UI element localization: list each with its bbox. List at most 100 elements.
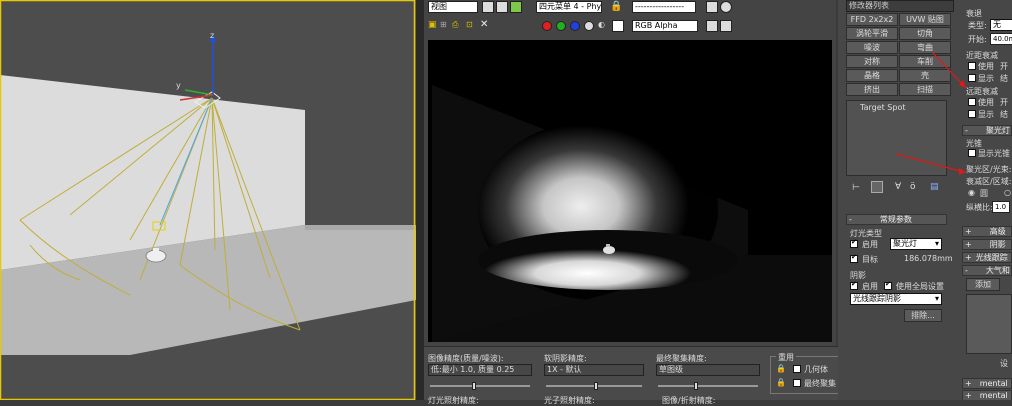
clone-icon[interactable]: ⊡ <box>466 20 473 29</box>
modifier-button[interactable]: 涡轮平滑 <box>846 27 898 40</box>
render-setup-icon[interactable] <box>706 1 718 13</box>
shadow-params-header[interactable]: + 阴影 <box>962 239 1012 250</box>
near-start-label: 开 <box>1000 62 1008 71</box>
modifier-button[interactable]: 车削 <box>899 55 951 68</box>
alpha-channel-icon[interactable] <box>584 21 594 31</box>
soft-shadow-knob[interactable] <box>594 382 598 390</box>
modifier-button[interactable]: 挤出 <box>846 83 898 96</box>
modifier-button[interactable]: UVW 贴图 <box>899 13 951 26</box>
atmosphere-list[interactable] <box>966 294 1012 354</box>
green-channel-icon[interactable] <box>556 21 566 31</box>
modifier-button[interactable]: 对称 <box>846 55 898 68</box>
final-gather-knob[interactable] <box>694 382 698 390</box>
light-params-panel: 衰退 类型: 无 开始: 40.0m 近距衰减 使用 开 显示 结 远距衰减 使… <box>962 0 1012 400</box>
clone-frame-icon[interactable] <box>510 1 522 13</box>
modifier-list-select[interactable]: 修改器列表 <box>846 0 954 12</box>
target-checkbox[interactable] <box>850 253 858 263</box>
make-unique-icon[interactable]: ∀ <box>895 182 901 192</box>
stack-item-target-spot[interactable]: Target Spot <box>860 103 905 112</box>
far-use-checkbox[interactable] <box>968 98 976 106</box>
circle-radio[interactable]: ◉ <box>968 188 975 197</box>
modifier-button[interactable]: FFD 2x2x2 <box>846 13 898 26</box>
modifier-button[interactable]: 壳 <box>899 69 951 82</box>
pin-stack-icon[interactable]: ⊢ <box>852 183 860 193</box>
soft-shadow-field[interactable]: 1X - 默认 <box>544 364 644 376</box>
decay-header: 衰退 <box>966 9 982 18</box>
show-cone-label: 显示光锥 <box>978 149 1010 158</box>
quad-menu-select[interactable]: 四元菜单 4 - Phy <box>536 1 602 13</box>
exclude-button[interactable]: 排除... <box>904 309 942 322</box>
global-settings-checkbox[interactable] <box>884 280 892 290</box>
far-show-label: 显示 <box>978 110 994 119</box>
spotlight-params-header[interactable]: - 聚光灯 <box>962 125 1012 136</box>
final-gather-slider[interactable] <box>658 385 758 387</box>
decay-start-field[interactable]: 40.0m <box>990 33 1012 45</box>
environment-icon[interactable] <box>720 1 732 13</box>
near-show-checkbox[interactable] <box>968 74 976 82</box>
blue-channel-icon[interactable] <box>570 21 580 31</box>
show-end-result-icon[interactable] <box>871 181 883 193</box>
global-settings-label: 使用全局设置 <box>896 282 944 291</box>
clear-icon[interactable]: ✕ <box>480 19 488 30</box>
toggle-ui-icon[interactable] <box>706 20 718 32</box>
far-show-checkbox[interactable] <box>968 110 976 118</box>
raytrace-shadow-header[interactable]: + 光线跟踪 <box>962 252 1012 263</box>
aspect-field[interactable]: 1.0 <box>992 201 1010 213</box>
remove-modifier-icon[interactable]: ö <box>910 182 916 192</box>
preset-select[interactable]: ----------------- <box>632 1 696 13</box>
mental-ray-header-2[interactable]: +mental ray <box>962 390 1012 400</box>
atmosphere-header[interactable]: - 大气和 <box>962 265 1012 276</box>
teapot-render <box>603 246 615 254</box>
mental-ray-header-1[interactable]: +mental ray <box>962 378 1012 389</box>
teapot-object <box>145 249 167 263</box>
near-use-checkbox[interactable] <box>968 62 976 70</box>
fit-icon[interactable]: ⊞ <box>440 20 447 29</box>
modifier-button[interactable]: 晶格 <box>846 69 898 82</box>
lock-geometry-icon[interactable]: 🔒 <box>776 364 786 373</box>
far-start-label: 开 <box>1000 98 1008 107</box>
light-enable-checkbox[interactable] <box>850 238 858 248</box>
aspect-label: 纵横比: <box>966 203 993 212</box>
light-enable-label: 启用 <box>862 240 878 249</box>
red-channel-icon[interactable] <box>542 21 552 31</box>
channel-display-select[interactable]: RGB Alpha <box>632 20 698 32</box>
light-type-select[interactable]: 聚光灯 <box>890 238 942 250</box>
print-icon[interactable]: ⎙ <box>452 20 458 30</box>
mono-icon[interactable]: ◐ <box>598 20 605 29</box>
image-precision-knob[interactable] <box>472 382 476 390</box>
modifier-button[interactable]: 切角 <box>899 27 951 40</box>
image-precision-field[interactable]: 低:最小 1.0, 质量 0.25 <box>428 364 532 376</box>
general-params-header[interactable]: - 常规参数 <box>846 214 947 225</box>
lock-icon[interactable]: 🔒 <box>610 1 622 12</box>
final-gather-field[interactable]: 草图级 <box>656 364 760 376</box>
image-precision-slider[interactable] <box>430 385 530 387</box>
perspective-viewport[interactable]: y x z <box>0 0 416 400</box>
configure-sets-icon[interactable]: ▤ <box>930 182 939 192</box>
show-cone-checkbox[interactable] <box>968 149 976 157</box>
advanced-effects-header[interactable]: + 高级 <box>962 226 1012 237</box>
final-gather-checkbox[interactable] <box>793 379 801 387</box>
shadow-type-select[interactable]: 光线跟踪阴影 <box>850 293 942 305</box>
decay-type-select[interactable]: 无 <box>990 19 1012 31</box>
svg-text:z: z <box>210 31 214 40</box>
shadow-enable-label: 启用 <box>862 282 878 291</box>
modifier-button[interactable]: 弯曲 <box>899 41 951 54</box>
decay-type-label: 类型: <box>968 21 987 30</box>
modifier-button[interactable]: 噪波 <box>846 41 898 54</box>
save-image-icon[interactable] <box>482 1 494 13</box>
add-atmosphere-button[interactable]: 添加 <box>966 278 1000 291</box>
save-icon[interactable]: ▣ <box>428 20 437 30</box>
viewport-separator <box>416 0 424 400</box>
modifier-button[interactable]: 扫描 <box>899 83 951 96</box>
rendered-frame-window: 视图 四元菜单 4 - Phy 🔒 ----------------- ▣ ⊞ … <box>424 0 876 405</box>
clear-color-swatch[interactable] <box>612 20 624 32</box>
lock-final-gather-icon[interactable]: 🔒 <box>776 378 786 387</box>
toggle-overlay-icon[interactable] <box>720 20 732 32</box>
target-distance: 186.078mm <box>904 254 953 263</box>
viewport-scene[interactable]: y x z <box>0 0 416 400</box>
view-select[interactable]: 视图 <box>428 1 478 13</box>
rectangle-radio[interactable]: ○ <box>1004 188 1011 197</box>
shadow-enable-checkbox[interactable] <box>850 280 858 290</box>
geometry-checkbox[interactable] <box>793 365 801 373</box>
copy-image-icon[interactable] <box>496 1 508 13</box>
